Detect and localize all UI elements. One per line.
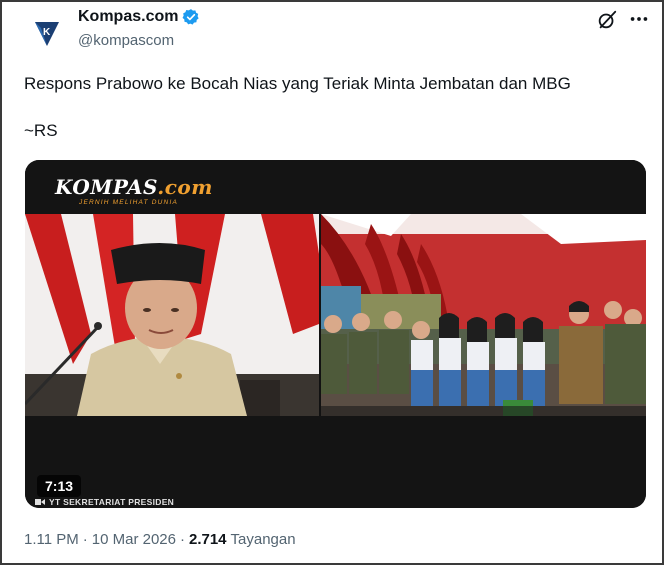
video-header-bar: KOMPAS.com JERNIH MELIHAT DUNIA — [25, 160, 646, 214]
video-camera-icon — [35, 499, 45, 505]
video-player[interactable]: KOMPAS.com JERNIH MELIHAT DUNIA 7:13 YT … — [25, 160, 646, 508]
kompas-tagline: JERNIH MELIHAT DUNIA — [79, 199, 178, 206]
account-name-row: Kompas.com — [78, 8, 200, 26]
verified-badge-icon — [182, 8, 200, 26]
video-footer-area — [25, 416, 646, 508]
views-count: 2.714 — [188, 531, 227, 548]
tweet-signature: ~RS — [24, 121, 58, 140]
video-duration-badge: 7:13 — [37, 475, 82, 497]
video-panel-audience — [321, 214, 646, 416]
avatar[interactable]: K — [24, 10, 70, 56]
svg-text:K: K — [43, 27, 51, 38]
tweet-time[interactable]: 1.11 PM — [24, 531, 79, 548]
video-panel-speaker — [25, 214, 319, 416]
meta-separator-2: · — [179, 531, 185, 548]
tweet-meta: 1.11 PM · 10 Mar 2026 · 2.714 Tayangan — [24, 531, 296, 548]
account-handle[interactable]: @kompascom — [78, 32, 174, 49]
kompas-logo-icon: K — [35, 22, 59, 46]
grok-icon[interactable] — [596, 9, 618, 31]
tweet-text: Respons Prabowo ke Bocah Nias yang Teria… — [24, 74, 571, 93]
video-source-label: YT SEKRETARIAT PRESIDEN — [35, 497, 174, 507]
views-label: Tayangan — [230, 531, 296, 548]
display-name[interactable]: Kompas.com — [78, 8, 178, 26]
tweet-date[interactable]: 10 Mar 2026 — [92, 531, 176, 548]
video-frame — [25, 214, 646, 416]
kompas-logo: KOMPAS.com — [55, 175, 213, 199]
meta-separator: · — [82, 531, 88, 548]
more-options-icon[interactable] — [628, 8, 650, 30]
video-source-text: YT SEKRETARIAT PRESIDEN — [49, 497, 175, 507]
